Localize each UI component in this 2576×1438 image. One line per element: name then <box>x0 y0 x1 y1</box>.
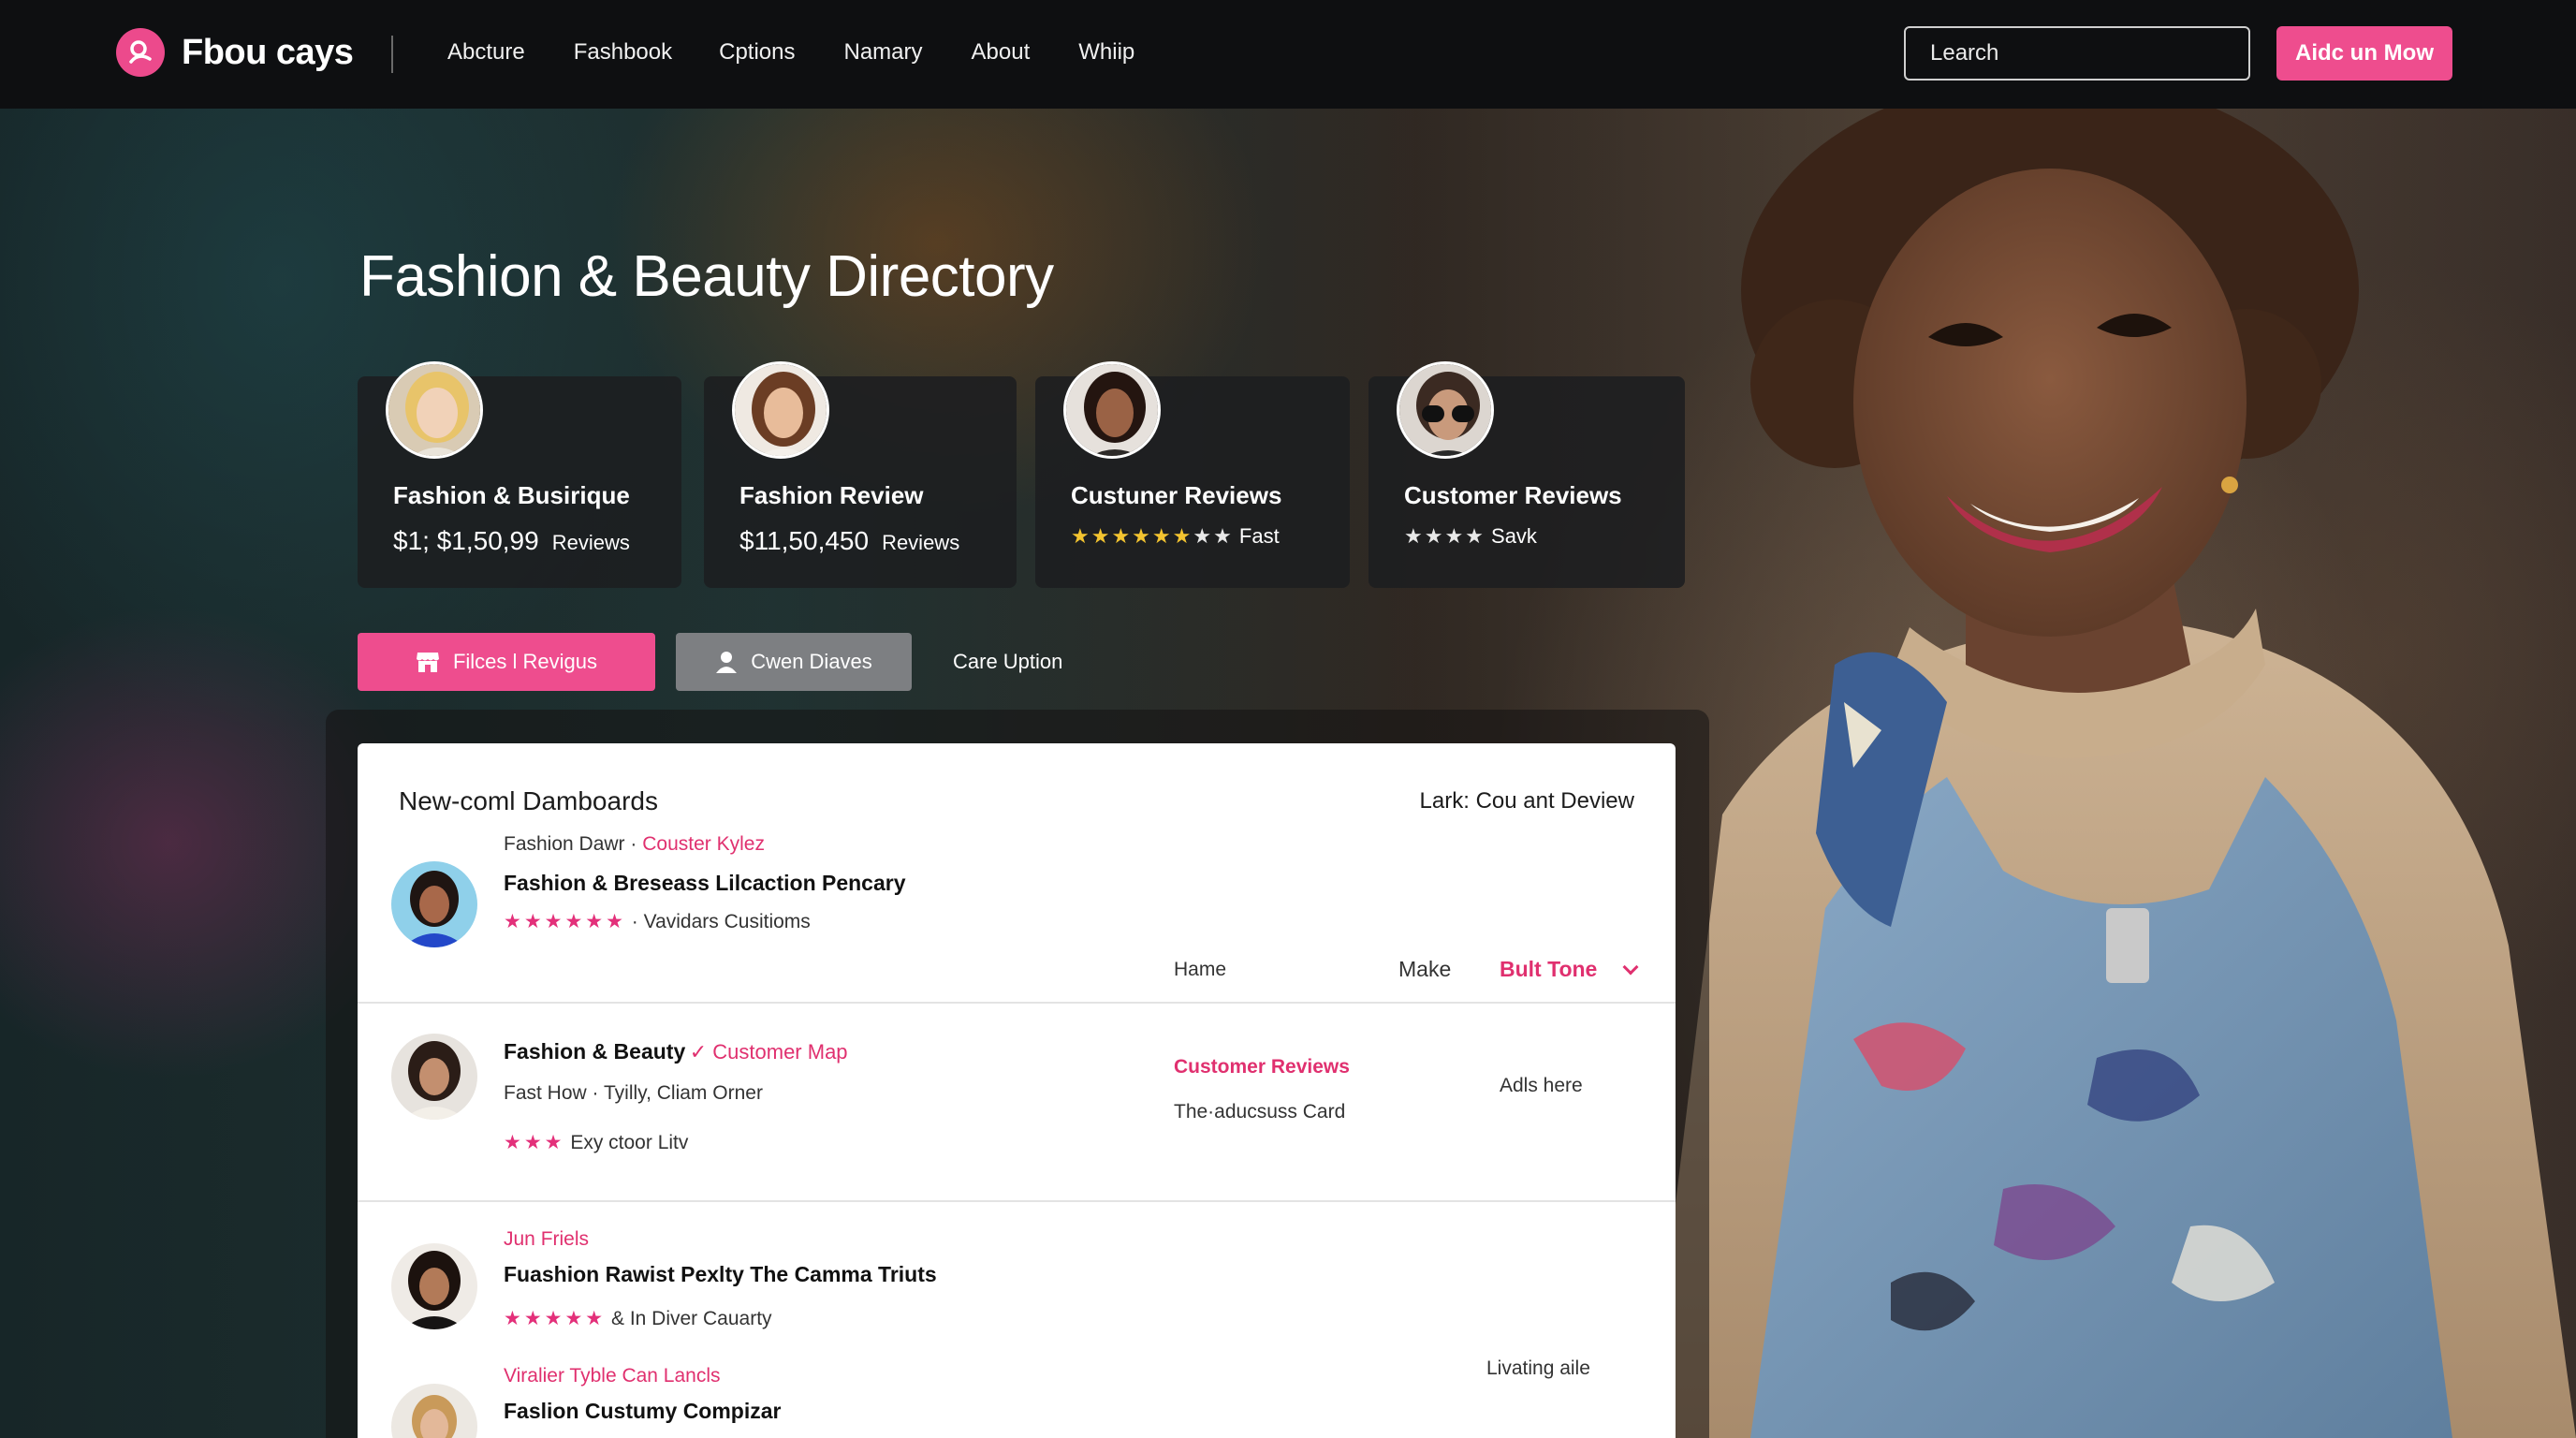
listing-status-text: Livating aile <box>1486 1357 1590 1379</box>
card-value-suffix: Reviews <box>551 531 630 554</box>
avatar <box>1063 361 1161 459</box>
rating-stars-icon: ★★★ <box>504 1132 565 1153</box>
listing-meta-text-2: Tyilly, Cliam Orner <box>603 1082 763 1104</box>
listing-avatar <box>391 1034 477 1120</box>
rating-stars-icon: ★★★★★★ <box>1071 524 1193 548</box>
listing-avatar <box>391 1243 477 1329</box>
nav-link-cptions[interactable]: Cptions <box>719 39 795 66</box>
listing-title[interactable]: Faslion Custumy Compizar <box>504 1399 781 1424</box>
row-divider <box>358 1200 1676 1202</box>
card-rating: ★★★★ Savk <box>1404 524 1537 549</box>
avatar <box>732 361 829 459</box>
listing-overline[interactable]: Jun Friels <box>504 1228 589 1251</box>
stat-card-1[interactable]: Fashion & Busirique $1; $1,50,99 Reviews <box>358 361 681 588</box>
listing-rating-text: & In Diver Cauarty <box>610 1308 772 1329</box>
column-header-make[interactable]: Make <box>1398 957 1451 982</box>
row-divider <box>358 1002 1676 1004</box>
listing-title-link-text: Customer Map <box>712 1040 848 1064</box>
listing-title[interactable]: Fuashion Rawist Pexlty The Camma Triuts <box>504 1262 937 1287</box>
brand[interactable]: Fbou cays <box>116 28 354 77</box>
filter-primary-label: Filces l Revigus <box>452 650 598 673</box>
filter-secondary-label: Cwen Diaves <box>751 650 872 673</box>
listing-meta-text: Fast How <box>504 1082 587 1104</box>
panel-sort-label[interactable]: Lark: Cou ant Deview <box>1420 788 1634 814</box>
rating-stars-icon: ★★★★★ <box>504 1308 607 1329</box>
rating-stars-icon: ★★★★ <box>1404 524 1486 548</box>
card-value-suffix: Reviews <box>882 531 960 554</box>
chevron-down-icon <box>1622 959 1639 976</box>
filter-primary-button[interactable]: Filces l Revigus <box>358 633 655 691</box>
card-value-amount: $1; $1,50,99 <box>393 526 539 555</box>
listing-avatar <box>391 861 477 947</box>
nav-link-about[interactable]: About <box>972 39 1031 66</box>
listing-rating: ★★★★★★ · Vavidars Cusitioms <box>504 911 811 932</box>
hero-portrait <box>1647 103 2576 1438</box>
nav-divider <box>391 36 393 73</box>
column-header-tone-label: Bult Tone <box>1500 957 1598 981</box>
card-value-amount: $11,50,450 <box>739 526 870 555</box>
rating-stars-empty-icon: ★★ <box>1193 524 1234 548</box>
listing-rating: ★★★ Exy ctoor Litv <box>504 1131 688 1154</box>
avatar <box>386 361 483 459</box>
listing-meta-link[interactable]: Couster Kylez <box>642 833 765 855</box>
listing-rating-text: Vavidars Cusitioms <box>643 911 811 932</box>
nav-link-fashbook[interactable]: Fashbook <box>574 39 672 66</box>
card-title: Fashion & Busirique <box>393 481 630 509</box>
nav-link-abcture[interactable]: Abcture <box>447 39 525 66</box>
filter-tertiary-button[interactable]: Care Uption <box>953 633 1062 691</box>
avatar <box>1397 361 1494 459</box>
listing-reviews-link[interactable]: Customer Reviews <box>1174 1056 1350 1078</box>
listing-heading: Fashion & Beauty ✓ Customer Map <box>504 1039 848 1064</box>
listing-meta: Fast How · Tyilly, Cliam Orner <box>504 1082 763 1104</box>
card-title: Customer Reviews <box>1404 481 1622 509</box>
listing-avatar <box>391 1384 477 1438</box>
card-rating-label: Savk <box>1491 524 1537 548</box>
user-icon <box>716 652 738 673</box>
stat-card-4[interactable]: Customer Reviews ★★★★ Savk <box>1368 361 1685 588</box>
listing-rating-text: Exy ctoor Litv <box>570 1132 689 1153</box>
nav-link-namary[interactable]: Namary <box>844 39 923 66</box>
card-value: $1; $1,50,99 Reviews <box>393 526 630 556</box>
nav-link-whiip[interactable]: Whiip <box>1078 39 1134 66</box>
rating-stars-icon: ★★★★★★ <box>504 911 626 932</box>
filter-secondary-button[interactable]: Cwen Diaves <box>676 633 912 691</box>
nav-links: Abcture Fashbook Cptions Namary About Wh… <box>447 39 1183 66</box>
directory-panel: New-coml Damboards Lark: Cou ant Deview … <box>358 743 1676 1438</box>
panel-title: New-coml Damboards <box>399 786 658 815</box>
brand-logo-icon <box>116 28 165 77</box>
stat-card-2[interactable]: Fashion Review $11,50,450 Reviews <box>704 361 1017 588</box>
listing-card-text: The·aducsuss Card <box>1174 1101 1346 1123</box>
card-title: Fashion Review <box>739 481 924 509</box>
column-header-home[interactable]: Hame <box>1174 959 1226 981</box>
listing-meta-text: Fashion Dawr <box>504 833 625 855</box>
column-header-tone[interactable]: Bult Tone <box>1500 957 1639 982</box>
card-title: Custuner Reviews <box>1071 481 1282 509</box>
top-navbar: Fbou cays Abcture Fashbook Cptions Namar… <box>0 0 2576 109</box>
store-icon <box>416 653 439 672</box>
page-title: Fashion & Beauty Directory <box>359 244 1054 309</box>
cta-button[interactable]: Aidc un Mow <box>2276 26 2452 81</box>
listing-overline[interactable]: Viralier Tyble Can Lancls <box>504 1365 721 1387</box>
listing-meta: Fashion Dawr · Couster Kylez <box>504 833 765 855</box>
listing-ads-text[interactable]: Adls here <box>1500 1075 1583 1097</box>
card-value: $11,50,450 Reviews <box>739 526 959 556</box>
listing-title-link[interactable]: ✓ Customer Map <box>690 1040 848 1064</box>
card-rating-label: Fast <box>1238 524 1280 548</box>
stat-card-3[interactable]: Custuner Reviews ★★★★★★★★ Fast <box>1035 361 1350 588</box>
listing-rating: ★★★★★ & In Diver Cauarty <box>504 1307 772 1330</box>
card-rating: ★★★★★★★★ Fast <box>1071 524 1280 549</box>
listing-title[interactable]: Fashion & Breseass Lilcaction Pencary <box>504 871 906 896</box>
search-input[interactable] <box>1904 26 2250 81</box>
brand-name: Fbou cays <box>182 32 354 72</box>
listing-title[interactable]: Fashion & Beauty <box>504 1039 685 1064</box>
